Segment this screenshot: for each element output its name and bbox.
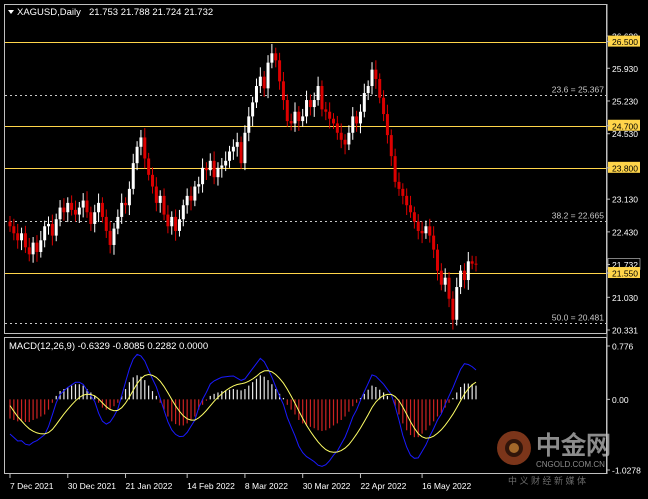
price-tick-label: 23.130 [612,195,638,205]
date-tick-label: 21 Jan 2022 [126,481,173,491]
date-tick-label: 14 Feb 2022 [187,481,235,491]
watermark: 中金网 CNGOLD.COM.CN 中 义 财 经 新 媒 体 [492,424,642,494]
date-tick-label: 30 Mar 2022 [303,481,351,491]
price-tick-label: 20.331 [612,326,638,336]
gold-coin-logo-icon [497,431,531,465]
price-tick-label: 21.550 [612,269,638,279]
price-tick-label: 21.030 [612,293,638,303]
macd-title: MACD(12,26,9) -0.6329 -0.8085 0.2282 0.0… [9,341,208,352]
price-tick-label: 22.430 [612,227,638,237]
date-tick-label: 7 Dec 2021 [10,481,54,491]
price-tick-label: 23.800 [612,163,638,173]
date-tick-label: 30 Dec 2021 [68,481,116,491]
fibonacci-label: 50.0 = 20.481 [552,313,605,323]
macd-tick-label: 0.00 [612,395,629,405]
watermark-slogan: 中 义 财 经 新 媒 体 [508,475,586,486]
price-tick-label: 25.230 [612,96,638,106]
price-tick-label: 26.500 [612,37,638,47]
date-tick-label: 8 Mar 2022 [245,481,288,491]
macd-tick-label: 0.776 [612,342,634,352]
chart-header: XAGUSD,Daily 21.753 21.788 21.724 21.732 [8,7,213,18]
watermark-site: CNGOLD.COM.CN [536,460,605,469]
watermark-brand: 中金网 [536,431,611,460]
fibonacci-label: 23.6 = 25.367 [552,85,605,95]
price-tick-label: 25.930 [612,64,638,74]
symbol-timeframe: XAGUSD,Daily [17,7,81,18]
date-tick-label: 22 Apr 2022 [360,481,406,491]
date-tick-label: 16 May 2022 [422,481,471,491]
price-tick-label: 24.530 [612,129,638,139]
ohlc-values: 21.753 21.788 21.724 21.732 [89,7,213,18]
fibonacci-label: 38.2 = 22.665 [552,211,605,221]
